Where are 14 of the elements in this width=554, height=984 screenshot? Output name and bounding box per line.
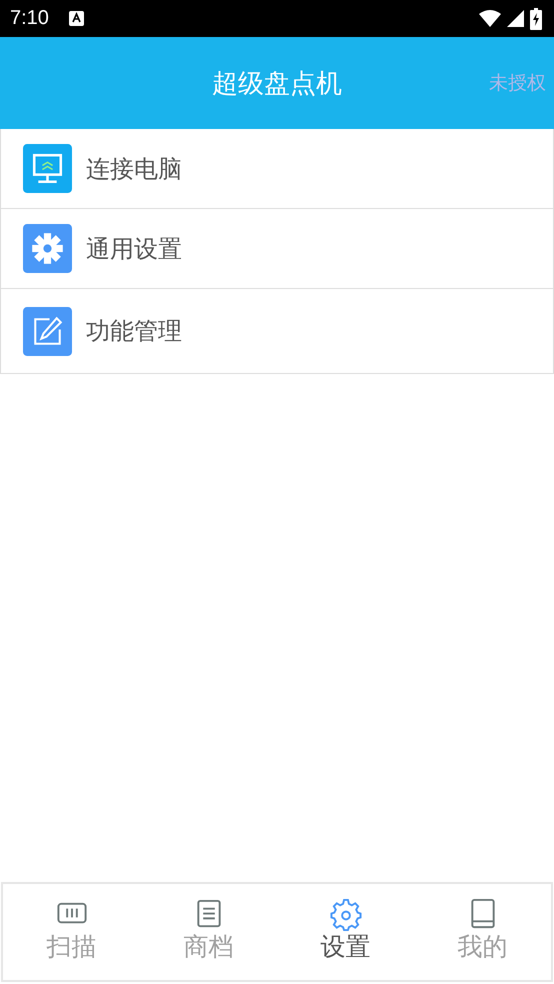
gear-icon bbox=[23, 224, 72, 273]
settings-icon bbox=[330, 898, 362, 932]
app-title: 超级盘点机 bbox=[212, 68, 342, 100]
nav-tab[interactable]: 设置 bbox=[277, 884, 414, 980]
battery-icon bbox=[530, 8, 542, 30]
menu-item[interactable]: 通用设置 bbox=[1, 209, 553, 289]
menu-item[interactable]: 连接电脑 bbox=[1, 129, 553, 209]
menu-item[interactable]: 功能管理 bbox=[1, 289, 553, 374]
status-time: 7:10 bbox=[10, 7, 49, 30]
pencil-icon bbox=[23, 306, 72, 356]
wifi-icon bbox=[479, 10, 501, 27]
keyboard-icon bbox=[68, 11, 84, 26]
monitor-icon bbox=[23, 144, 72, 193]
signal-icon bbox=[507, 10, 524, 27]
